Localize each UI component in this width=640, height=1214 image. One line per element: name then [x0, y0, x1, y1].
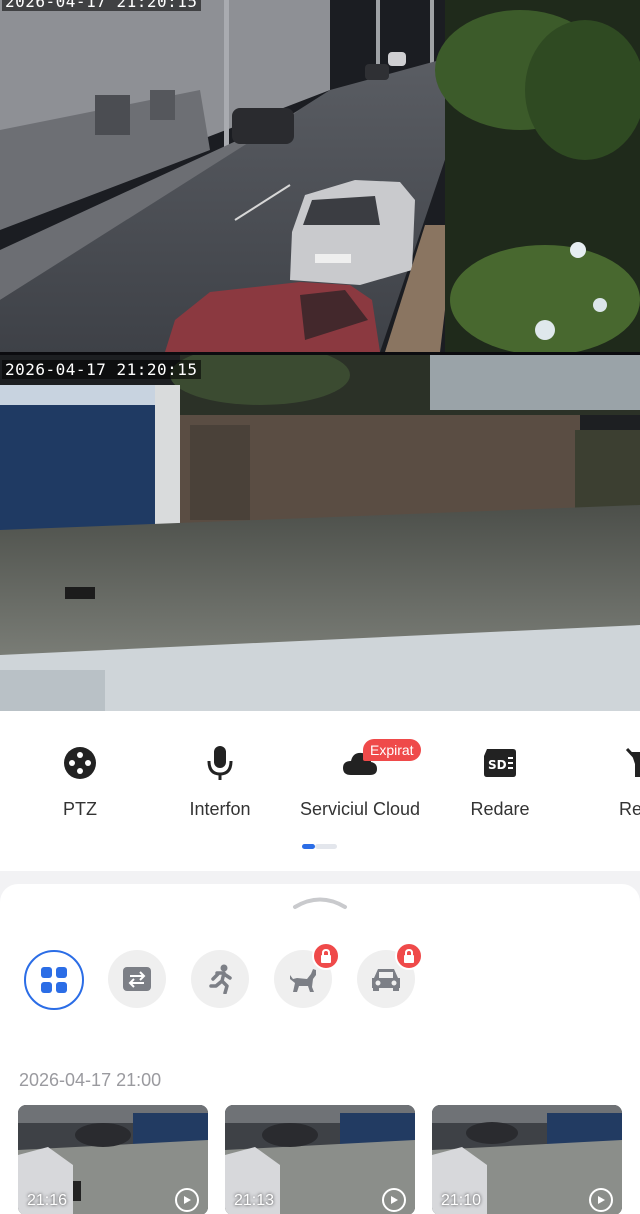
human-running-icon	[209, 964, 232, 994]
clip-time: 21:13	[234, 1192, 275, 1209]
playback-button[interactable]: SD Redare	[430, 741, 570, 831]
cloud-expired-badge: Expirat	[363, 739, 421, 761]
event-clip-thumbnail[interactable]: 21:16	[18, 1105, 208, 1214]
ptz-joystick-icon	[58, 741, 102, 785]
chevron-up-icon	[293, 897, 347, 909]
events-sheet: 2026-04-17 21:00 21:16 21:13 21:10	[0, 884, 640, 1214]
play-icon	[382, 1188, 406, 1212]
clip-time: 21:10	[441, 1192, 482, 1209]
lock-icon	[395, 942, 423, 970]
pet-dog-icon	[290, 969, 316, 992]
vehicle-car-icon	[372, 969, 400, 991]
flashlight-off-icon	[618, 741, 640, 785]
cloud-service-label: Serviciul Cloud	[299, 799, 421, 819]
ptz-button[interactable]: PTZ	[10, 741, 150, 831]
intercom-button[interactable]: Interfon	[150, 741, 290, 831]
filter-pet-button[interactable]	[274, 942, 340, 1008]
microphone-icon	[198, 741, 242, 785]
flashlight-button[interactable]: Refle	[570, 741, 640, 831]
event-clip-thumbnail[interactable]: 21:13	[225, 1105, 415, 1214]
street-scene-image	[0, 0, 640, 352]
sd-card-icon: SD	[478, 741, 522, 785]
play-icon	[589, 1188, 613, 1212]
ptz-label: PTZ	[63, 799, 97, 819]
gate-scene-image	[0, 355, 640, 711]
filter-human-button[interactable]	[191, 950, 249, 1008]
svg-text:SD: SD	[488, 758, 507, 772]
events-section-time: 2026-04-17 21:00	[19, 1070, 162, 1090]
camera-feed-street[interactable]: 2026-04-17 21:20:15	[0, 0, 640, 352]
lock-icon	[312, 942, 340, 970]
filter-vehicle-button[interactable]	[357, 942, 423, 1008]
flashlight-label: Refle	[618, 799, 640, 819]
sheet-expand-handle[interactable]	[292, 894, 348, 915]
camera-feed-gate[interactable]: 2026-04-17 21:20:15	[0, 355, 640, 711]
camera-controls-bar: PTZ Interfon Serviciul Cloud SD Redare R…	[0, 711, 640, 871]
filter-motion-button[interactable]	[108, 950, 166, 1008]
page-dot	[315, 844, 337, 849]
playback-label: Redare	[470, 799, 530, 819]
play-icon	[175, 1188, 199, 1212]
clip-time: 21:16	[27, 1192, 68, 1209]
all-grid-icon	[41, 967, 67, 993]
feed-timestamp-overlay: 2026-04-17 21:20:15	[2, 0, 201, 11]
page-dot-active	[302, 844, 315, 849]
filter-all-button[interactable]	[24, 950, 84, 1010]
feed-timestamp-overlay: 2026-04-17 21:20:15	[2, 360, 201, 379]
motion-swap-icon	[123, 967, 151, 991]
event-clip-thumbnail[interactable]: 21:10	[432, 1105, 622, 1214]
intercom-label: Interfon	[189, 799, 251, 819]
controls-page-indicator	[302, 844, 337, 849]
